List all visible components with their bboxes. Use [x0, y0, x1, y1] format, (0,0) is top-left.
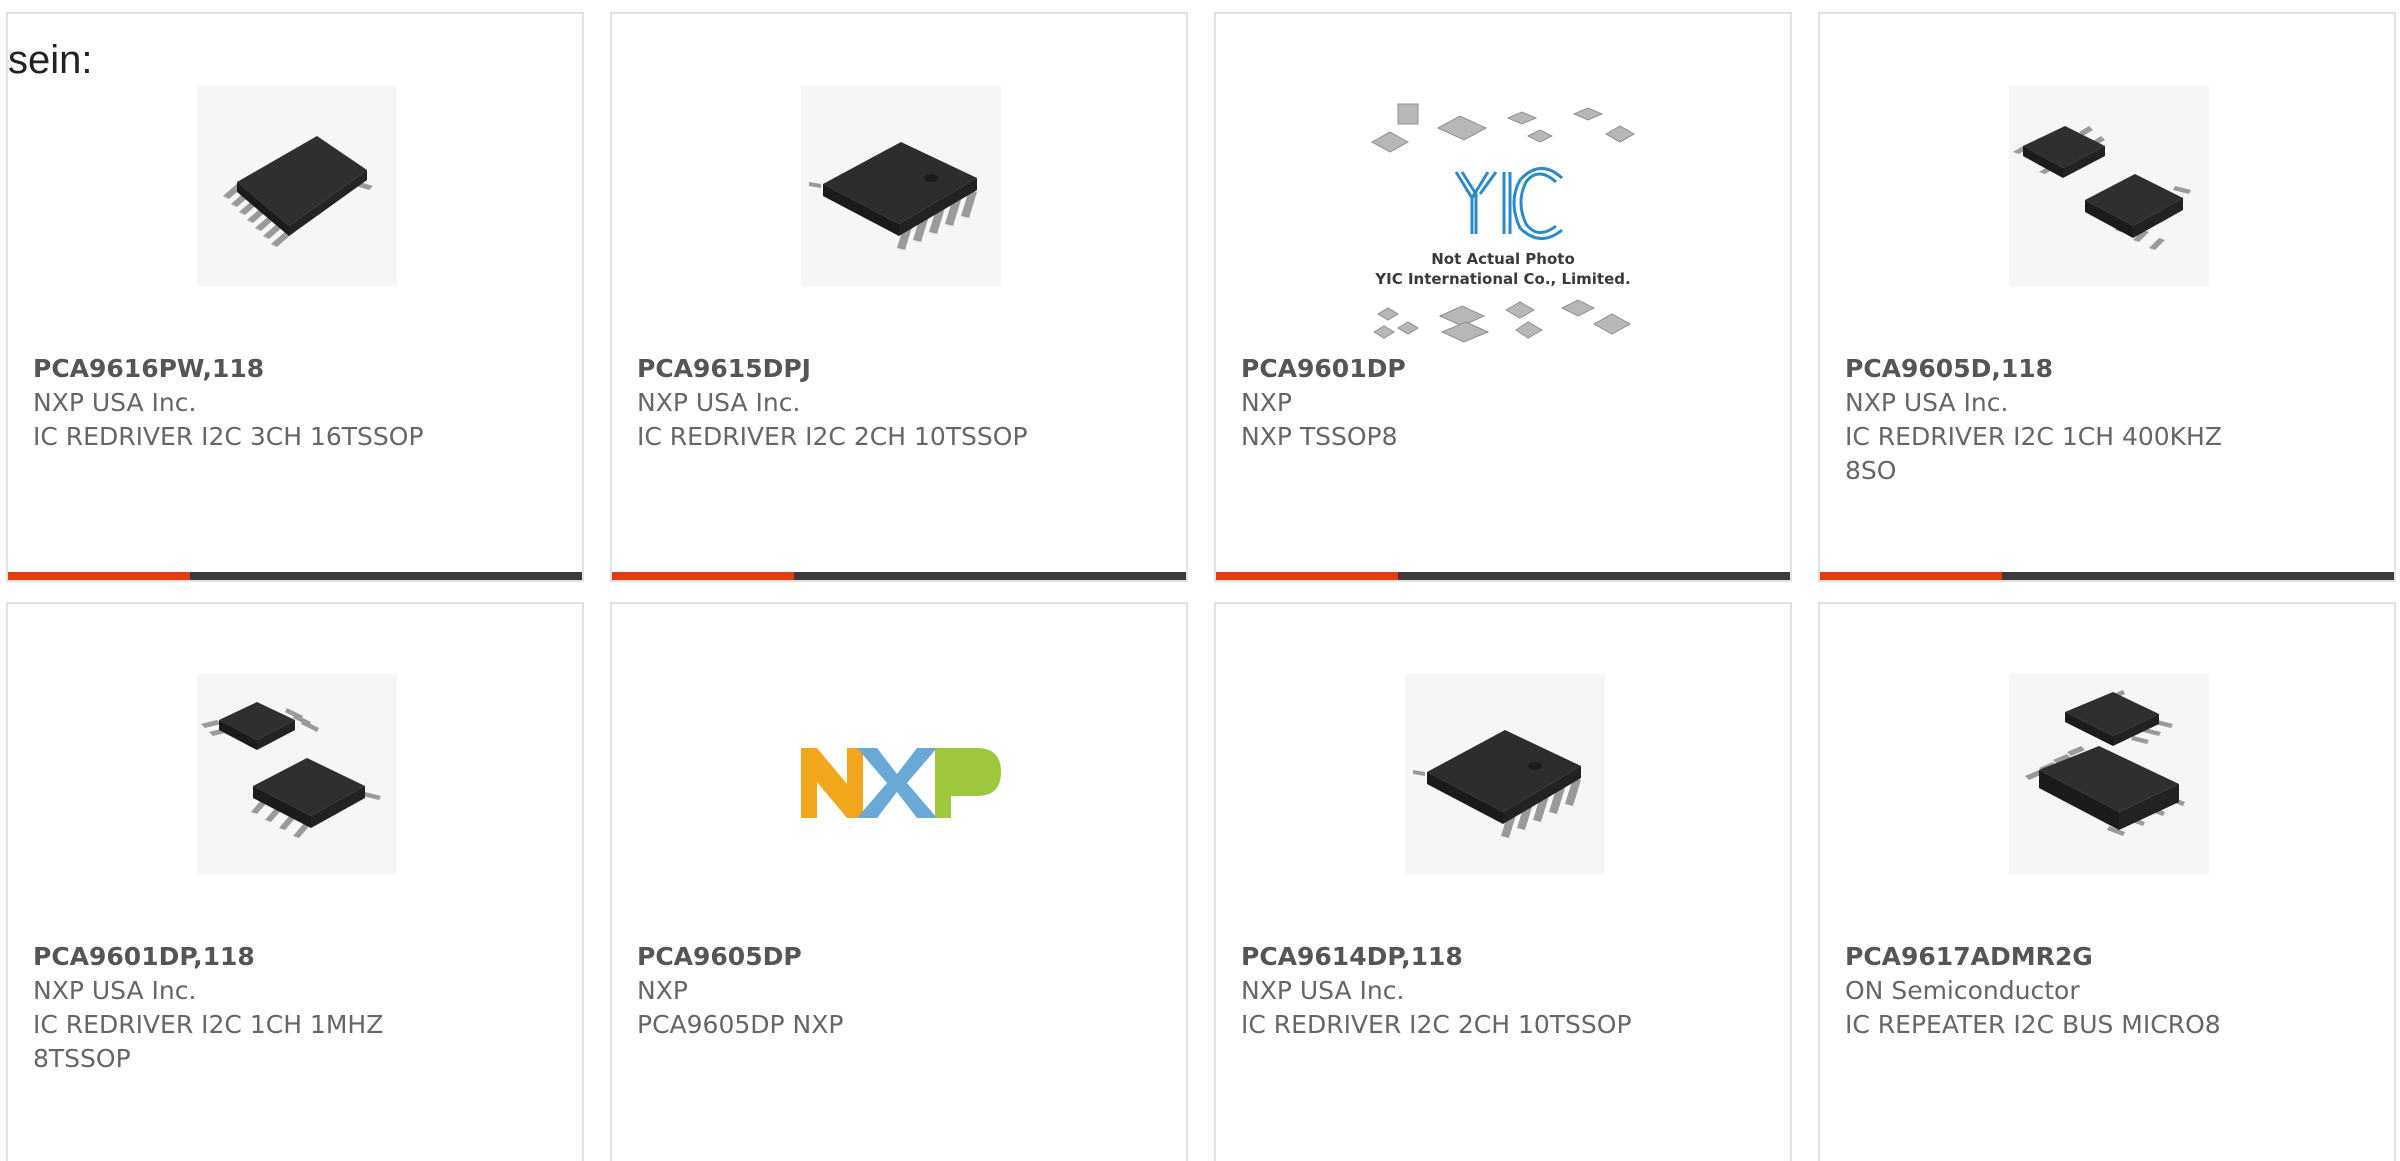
yic-not-actual-photo-placeholder: Not Actual Photo YIC International Co., …: [1368, 102, 1638, 352]
card-bottom-bar: [1820, 572, 2394, 580]
product-info: PCA9616PW,118 NXP USA Inc. IC REDRIVER I…: [33, 352, 443, 454]
manufacturer: ON Semiconductor: [1845, 976, 2080, 1005]
product-card[interactable]: PCA9616PW,118 NXP USA Inc. IC REDRIVER I…: [6, 12, 584, 582]
product-card[interactable]: Not Actual Photo YIC International Co., …: [1214, 12, 1792, 582]
manufacturer: NXP: [637, 976, 688, 1005]
nxp-logo: [801, 674, 1001, 874]
part-number: PCA9614DP,118: [1241, 942, 1463, 971]
part-number: PCA9615DPJ: [637, 354, 811, 383]
part-number: PCA9601DP: [1241, 354, 1406, 383]
product-info: PCA9605D,118 NXP USA Inc. IC REDRIVER I2…: [1845, 352, 2255, 488]
description: IC REDRIVER I2C 2CH 10TSSOP: [637, 422, 1028, 451]
card-accent-bar: [8, 572, 190, 580]
product-card[interactable]: PCA9617ADMR2G ON Semiconductor IC REPEAT…: [1818, 602, 2396, 1161]
product-grid: PCA9616PW,118 NXP USA Inc. IC REDRIVER I…: [0, 0, 2400, 1161]
card-accent-bar: [1216, 572, 1398, 580]
placeholder-caption-2: YIC International Co., Limited.: [1374, 270, 1630, 288]
product-info: PCA9615DPJ NXP USA Inc. IC REDRIVER I2C …: [637, 352, 1047, 454]
card-bottom-bar: [612, 572, 1186, 580]
card-bottom-bar: [8, 572, 582, 580]
product-card[interactable]: PCA9601DP,118 NXP USA Inc. IC REDRIVER I…: [6, 602, 584, 1161]
manufacturer: NXP USA Inc.: [33, 976, 197, 1005]
so8-chips-icon: [2009, 86, 2209, 286]
part-number: PCA9605D,118: [1845, 354, 2054, 383]
description: IC REDRIVER I2C 3CH 16TSSOP: [33, 422, 424, 451]
description: IC REDRIVER I2C 1CH 400KHZ 8SO: [1845, 422, 2222, 485]
manufacturer: NXP USA Inc.: [1845, 388, 2009, 417]
page: sein: PCA9616PW,118 NXP USA Inc. IC REDR…: [0, 0, 2400, 1161]
product-info: PCA9601DP NXP NXP TSSOP8: [1241, 352, 1651, 454]
description: IC REDRIVER I2C 2CH 10TSSOP: [1241, 1010, 1632, 1039]
part-number: PCA9601DP,118: [33, 942, 255, 971]
product-info: PCA9601DP,118 NXP USA Inc. IC REDRIVER I…: [33, 940, 443, 1076]
intro-text: sein:: [8, 38, 93, 82]
card-accent-bar: [1820, 572, 2002, 580]
product-card[interactable]: PCA9614DP,118 NXP USA Inc. IC REDRIVER I…: [1214, 602, 1792, 1161]
tssop10-chip-icon: [1405, 674, 1605, 874]
manufacturer: NXP USA Inc.: [1241, 976, 1405, 1005]
description: PCA9605DP NXP: [637, 1010, 844, 1039]
description: IC REDRIVER I2C 1CH 1MHZ 8TSSOP: [33, 1010, 384, 1073]
placeholder-caption-1: Not Actual Photo: [1431, 250, 1575, 268]
part-number: PCA9616PW,118: [33, 354, 265, 383]
description: IC REPEATER I2C BUS MICRO8: [1845, 1010, 2221, 1039]
tssop10-chip-icon: [801, 86, 1001, 286]
product-info: PCA9605DP NXP PCA9605DP NXP: [637, 940, 1047, 1042]
product-info: PCA9617ADMR2G ON Semiconductor IC REPEAT…: [1845, 940, 2255, 1042]
part-number: PCA9617ADMR2G: [1845, 942, 2093, 971]
manufacturer: NXP: [1241, 388, 1292, 417]
micro8-chips-icon: [2009, 674, 2209, 874]
description: NXP TSSOP8: [1241, 422, 1398, 451]
card-bottom-bar: [1216, 572, 1790, 580]
part-number: PCA9605DP: [637, 942, 802, 971]
product-card[interactable]: PCA9615DPJ NXP USA Inc. IC REDRIVER I2C …: [610, 12, 1188, 582]
product-info: PCA9614DP,118 NXP USA Inc. IC REDRIVER I…: [1241, 940, 1651, 1042]
tssop8-chips-icon: [197, 674, 397, 874]
tssop16-chip-icon: [197, 86, 397, 286]
card-accent-bar: [612, 572, 794, 580]
manufacturer: NXP USA Inc.: [637, 388, 801, 417]
product-card[interactable]: PCA9605D,118 NXP USA Inc. IC REDRIVER I2…: [1818, 12, 2396, 582]
manufacturer: NXP USA Inc.: [33, 388, 197, 417]
product-card[interactable]: PCA9605DP NXP PCA9605DP NXP: [610, 602, 1188, 1161]
